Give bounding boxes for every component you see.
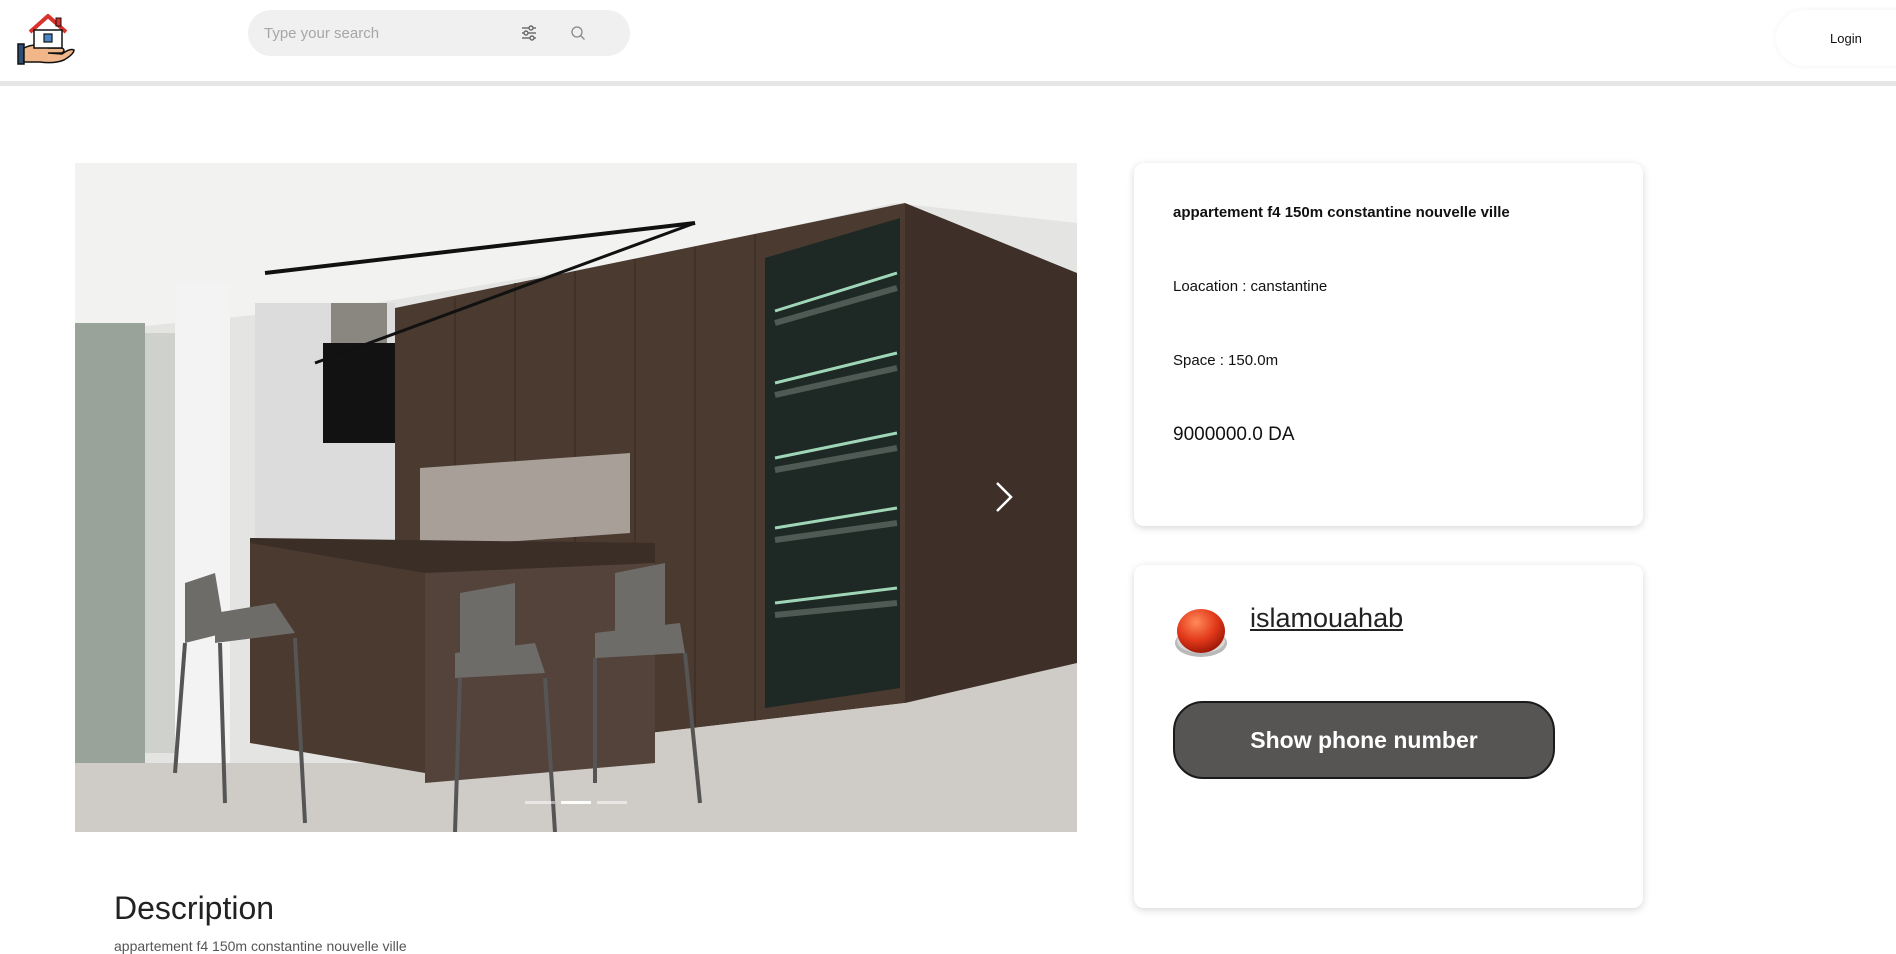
- search-icon[interactable]: [570, 25, 586, 41]
- carousel-dot-2[interactable]: [561, 801, 591, 804]
- carousel-dot-3[interactable]: [597, 801, 627, 804]
- seller-username-link[interactable]: islamouahab: [1250, 603, 1403, 634]
- listing-title: appartement f4 150m constantine nouvelle…: [1173, 204, 1510, 221]
- listing-space: Space : 150.0m: [1173, 352, 1279, 369]
- avatar[interactable]: [1173, 605, 1229, 661]
- show-phone-number-button[interactable]: Show phone number: [1173, 701, 1555, 779]
- listing-details-card: appartement f4 150m constantine nouvelle…: [1134, 163, 1643, 526]
- carousel-dot-1[interactable]: [525, 801, 555, 804]
- filter-sliders-icon[interactable]: [520, 24, 538, 42]
- kitchen-photo: [75, 163, 1077, 832]
- seller-card: islamouahab Show phone number: [1134, 565, 1643, 908]
- carousel-indicators: [525, 801, 627, 804]
- description-text: appartement f4 150m constantine nouvelle…: [114, 938, 407, 954]
- house-hand-logo-icon[interactable]: [16, 10, 76, 66]
- listing-price: 9000000.0 DA: [1173, 424, 1295, 445]
- chevron-right-icon[interactable]: [993, 479, 1015, 515]
- login-button[interactable]: Login: [1776, 10, 1896, 66]
- property-image-carousel[interactable]: [75, 163, 1077, 832]
- search-input[interactable]: [264, 10, 544, 56]
- listing-location: Loacation : canstantine: [1173, 278, 1328, 295]
- top-navbar: Login: [0, 0, 1896, 86]
- description-heading: Description: [114, 890, 275, 926]
